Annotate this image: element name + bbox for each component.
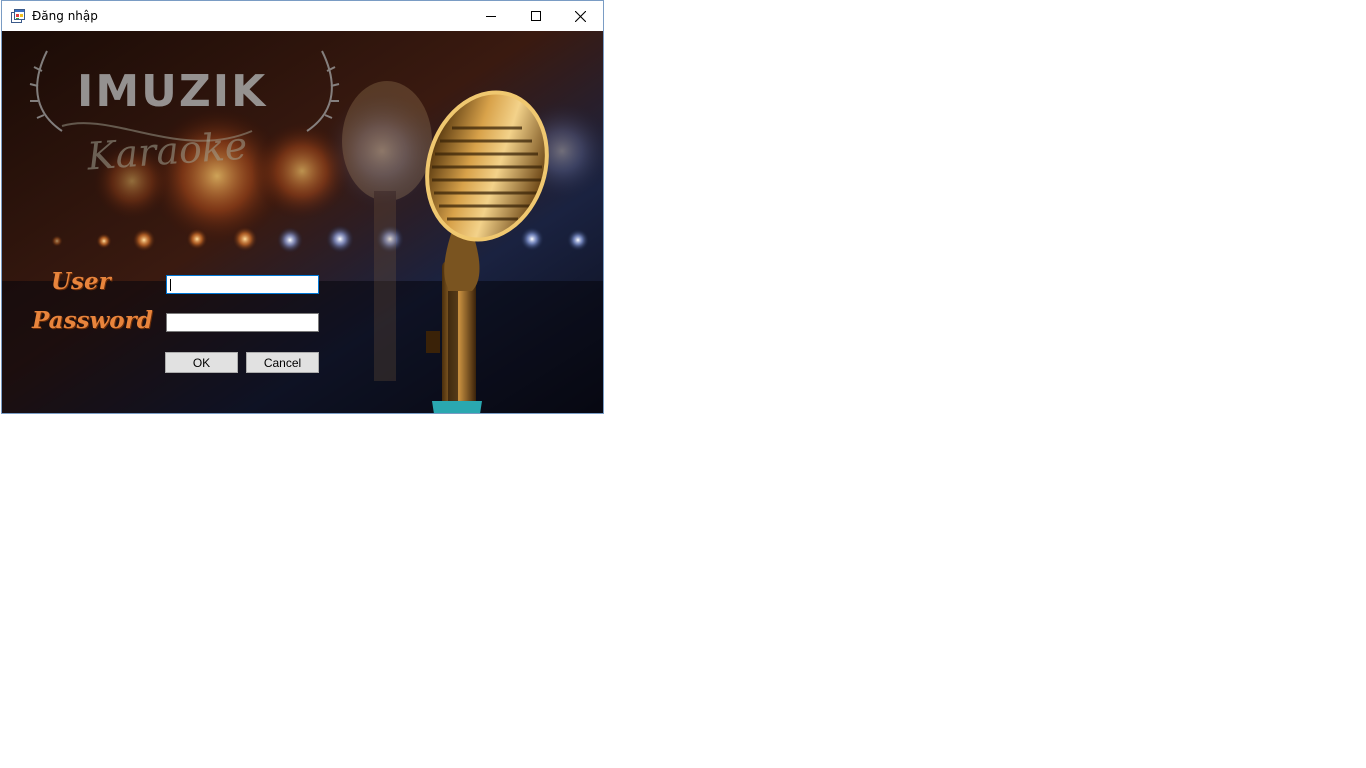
password-label: Password: [32, 307, 153, 334]
close-button[interactable]: [558, 1, 603, 31]
logo-text: IMUZIK: [77, 66, 267, 117]
title-bar[interactable]: Đăng nhập: [2, 1, 603, 31]
close-icon: [575, 10, 586, 22]
cancel-button[interactable]: Cancel: [246, 352, 319, 373]
password-input[interactable]: [166, 313, 319, 332]
login-panel: IMUZIK Karaoke User Password OK Cancel: [2, 31, 603, 413]
user-label: User: [51, 268, 111, 295]
ok-button[interactable]: OK: [165, 352, 238, 373]
text-caret: [170, 279, 171, 291]
window-title: Đăng nhập: [32, 9, 98, 23]
minimize-icon: [485, 16, 496, 17]
minimize-button[interactable]: [468, 1, 513, 31]
maximize-icon: [530, 11, 541, 21]
login-window: Đăng nhập IMUZIK Karaoke User Password O…: [1, 0, 604, 414]
user-input[interactable]: [166, 275, 319, 294]
app-form-icon: [11, 9, 25, 23]
maximize-button[interactable]: [513, 1, 558, 31]
